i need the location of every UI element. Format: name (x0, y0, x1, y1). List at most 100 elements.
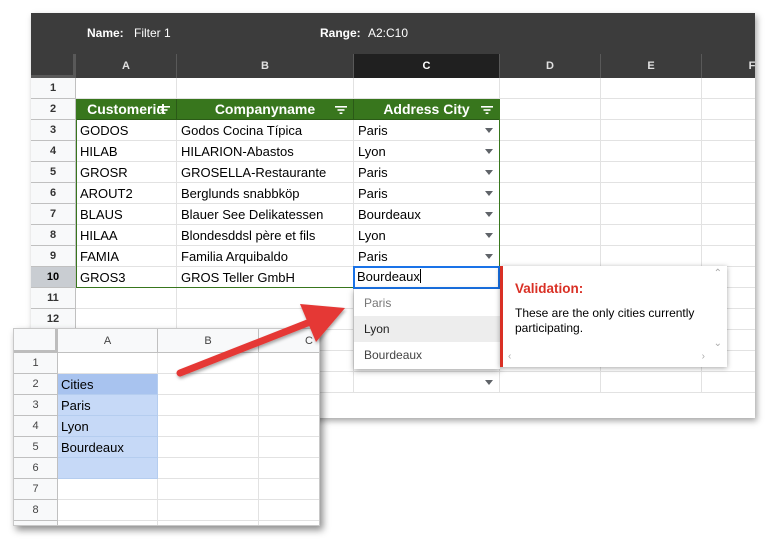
row-header-5[interactable]: 5 (31, 162, 76, 183)
dropdown-arrow-icon[interactable] (485, 380, 493, 385)
empty-cell[interactable] (500, 246, 601, 267)
empty-cell[interactable] (58, 500, 158, 521)
data-cell[interactable]: GROS Teller GmbH (177, 267, 354, 288)
empty-cell[interactable] (702, 99, 755, 120)
empty-cell[interactable] (500, 162, 601, 183)
row-header-4[interactable]: 4 (14, 416, 58, 437)
empty-cell[interactable] (177, 78, 354, 99)
empty-cell[interactable] (177, 288, 354, 309)
empty-cell[interactable] (76, 309, 177, 330)
dropdown-arrow-icon[interactable] (485, 128, 493, 133)
data-cell[interactable]: GROS3 (76, 267, 177, 288)
city-dropdown-cell[interactable]: Lyon (354, 141, 500, 162)
row-header-2[interactable]: 2 (14, 374, 58, 395)
empty-cell[interactable] (58, 479, 158, 500)
empty-cell[interactable] (259, 458, 319, 479)
empty-cell[interactable] (500, 120, 601, 141)
empty-cell[interactable] (259, 521, 319, 525)
row-header-8[interactable]: 8 (31, 225, 76, 246)
dropdown-option-lyon[interactable]: Lyon (354, 316, 500, 342)
scroll-up-icon[interactable]: ⌃ (714, 268, 722, 279)
empty-cell[interactable] (158, 374, 259, 395)
empty-cell[interactable] (702, 162, 755, 183)
scroll-left-icon[interactable]: ‹ (508, 351, 511, 362)
empty-cell[interactable] (158, 500, 259, 521)
data-cell[interactable]: GROSR (76, 162, 177, 183)
dropdown-option-bourdeaux[interactable]: Bourdeaux (354, 342, 500, 368)
data-cell[interactable]: Berglunds snabbköp (177, 183, 354, 204)
empty-cell[interactable] (601, 141, 702, 162)
column-header-c[interactable]: C (259, 329, 319, 353)
city-dropdown-cell[interactable]: Paris (354, 162, 500, 183)
row-header-6[interactable]: 6 (31, 183, 76, 204)
empty-cell[interactable] (259, 500, 319, 521)
data-cell[interactable]: Godos Cocina Típica (177, 120, 354, 141)
empty-cell[interactable] (158, 353, 259, 374)
column-header-b[interactable]: B (158, 329, 259, 353)
row-header-8[interactable]: 8 (14, 500, 58, 521)
filter-icon[interactable] (481, 106, 493, 114)
empty-cell[interactable] (702, 225, 755, 246)
row-header-12[interactable]: 12 (31, 309, 76, 330)
dropdown-arrow-icon[interactable] (485, 233, 493, 238)
active-cell-editor[interactable]: Bourdeaux (353, 266, 500, 289)
row-header-9[interactable]: 9 (31, 246, 76, 267)
empty-cell[interactable] (500, 78, 601, 99)
column-header-e[interactable]: E (601, 54, 702, 78)
row-header-6[interactable]: 6 (14, 458, 58, 479)
empty-cell[interactable] (259, 437, 319, 458)
empty-cell[interactable] (259, 395, 319, 416)
empty-cell[interactable] (354, 78, 500, 99)
column-header-b[interactable]: B (177, 54, 354, 78)
empty-cell[interactable] (259, 374, 319, 395)
city-list-cell[interactable]: Bourdeaux (58, 437, 158, 458)
empty-cell[interactable] (702, 141, 755, 162)
row-header-9[interactable]: 9 (14, 521, 58, 525)
empty-cell[interactable] (58, 521, 158, 525)
dropdown-option-paris[interactable]: Paris (354, 290, 500, 316)
city-dropdown-cell[interactable]: Lyon (354, 225, 500, 246)
column-header-c[interactable]: C (354, 54, 500, 78)
row-header-7[interactable]: 7 (31, 204, 76, 225)
column-header-a[interactable]: A (76, 54, 177, 78)
dropdown-arrow-icon[interactable] (485, 149, 493, 154)
data-cell[interactable]: GROSELLA-Restaurante (177, 162, 354, 183)
row-header-3[interactable]: 3 (14, 395, 58, 416)
row-header-7[interactable]: 7 (14, 479, 58, 500)
row-header-5[interactable]: 5 (14, 437, 58, 458)
row-header-4[interactable]: 4 (31, 141, 76, 162)
row-header-2[interactable]: 2 (31, 99, 76, 120)
empty-cell[interactable] (500, 372, 601, 393)
city-list-cell[interactable]: Cities (58, 374, 158, 395)
empty-cell[interactable] (702, 120, 755, 141)
empty-cell[interactable] (158, 458, 259, 479)
column-header-d[interactable]: D (500, 54, 601, 78)
row-header-11[interactable]: 11 (31, 288, 76, 309)
scroll-right-icon[interactable]: › (702, 351, 705, 362)
data-cell[interactable]: HILAB (76, 141, 177, 162)
header-cell-customerid[interactable]: Customerid (76, 99, 177, 120)
empty-cell[interactable] (601, 120, 702, 141)
empty-cell[interactable] (702, 183, 755, 204)
filter-icon[interactable] (335, 106, 347, 114)
row-header-1[interactable]: 1 (31, 78, 76, 99)
empty-cell[interactable] (58, 353, 158, 374)
dropdown-arrow-icon[interactable] (485, 191, 493, 196)
empty-cell[interactable] (500, 141, 601, 162)
data-cell[interactable]: HILAA (76, 225, 177, 246)
column-header-a[interactable]: A (58, 329, 158, 353)
empty-cell[interactable] (702, 246, 755, 267)
empty-cell[interactable] (601, 162, 702, 183)
dropdown-arrow-icon[interactable] (485, 212, 493, 217)
data-cell[interactable]: FAMIA (76, 246, 177, 267)
empty-cell[interactable] (500, 225, 601, 246)
empty-cell[interactable] (601, 372, 702, 393)
filter-range-input[interactable]: A2:C10 (368, 26, 408, 40)
empty-cell[interactable] (500, 204, 601, 225)
data-cell[interactable]: AROUT2 (76, 183, 177, 204)
empty-cell[interactable] (158, 395, 259, 416)
city-dropdown-cell[interactable]: Bourdeaux (354, 204, 500, 225)
empty-cell[interactable] (177, 309, 354, 330)
selected-empty-cell[interactable] (58, 458, 158, 479)
empty-cell[interactable] (76, 78, 177, 99)
